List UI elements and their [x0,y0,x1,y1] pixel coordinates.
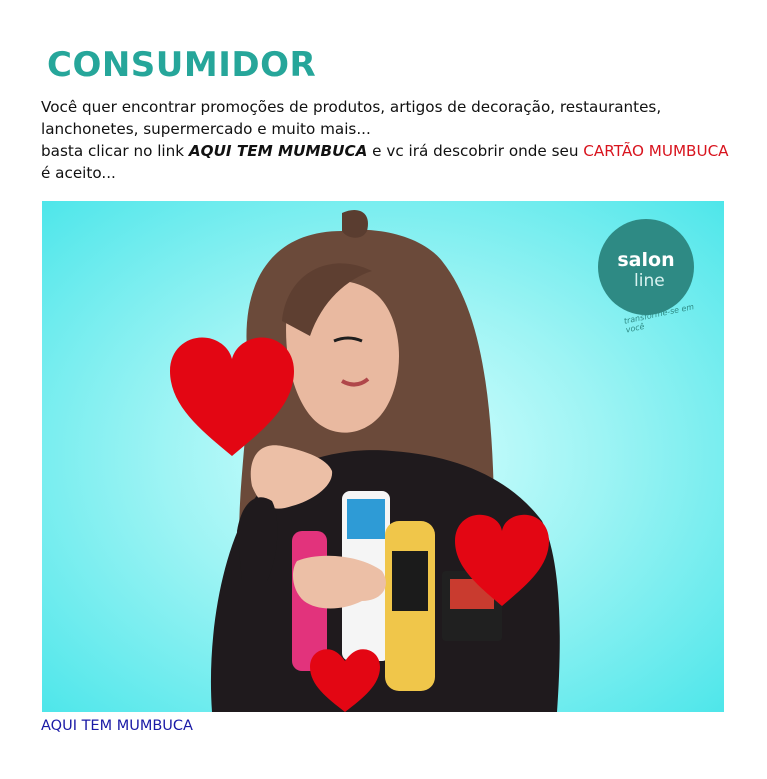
page-title: CONSUMIDOR [47,45,317,85]
logo-brand-line1: salon [617,249,675,271]
intro-link-emphasis: AQUI TEM MUMBUCA [188,142,368,160]
intro-line-1: Você quer encontrar promoções de produto… [41,98,662,138]
promo-banner-image[interactable]: salon line transforme-se em você [42,201,724,712]
logo-brand-line2: line [634,271,665,291]
intro-line-2-suffix: é aceito... [41,164,116,182]
intro-line-2-middle: e vc irá descobrir onde seu [367,142,584,160]
salon-line-logo: salon line transforme-se em você [598,219,698,339]
aqui-tem-mumbuca-link[interactable]: AQUI TEM MUMBUCA [41,718,193,734]
intro-line-2-prefix: basta clicar no link [41,142,189,160]
card-name-highlight: CARTÃO MUMBUCA [583,142,729,160]
intro-text: Você quer encontrar promoções de produto… [41,96,731,184]
